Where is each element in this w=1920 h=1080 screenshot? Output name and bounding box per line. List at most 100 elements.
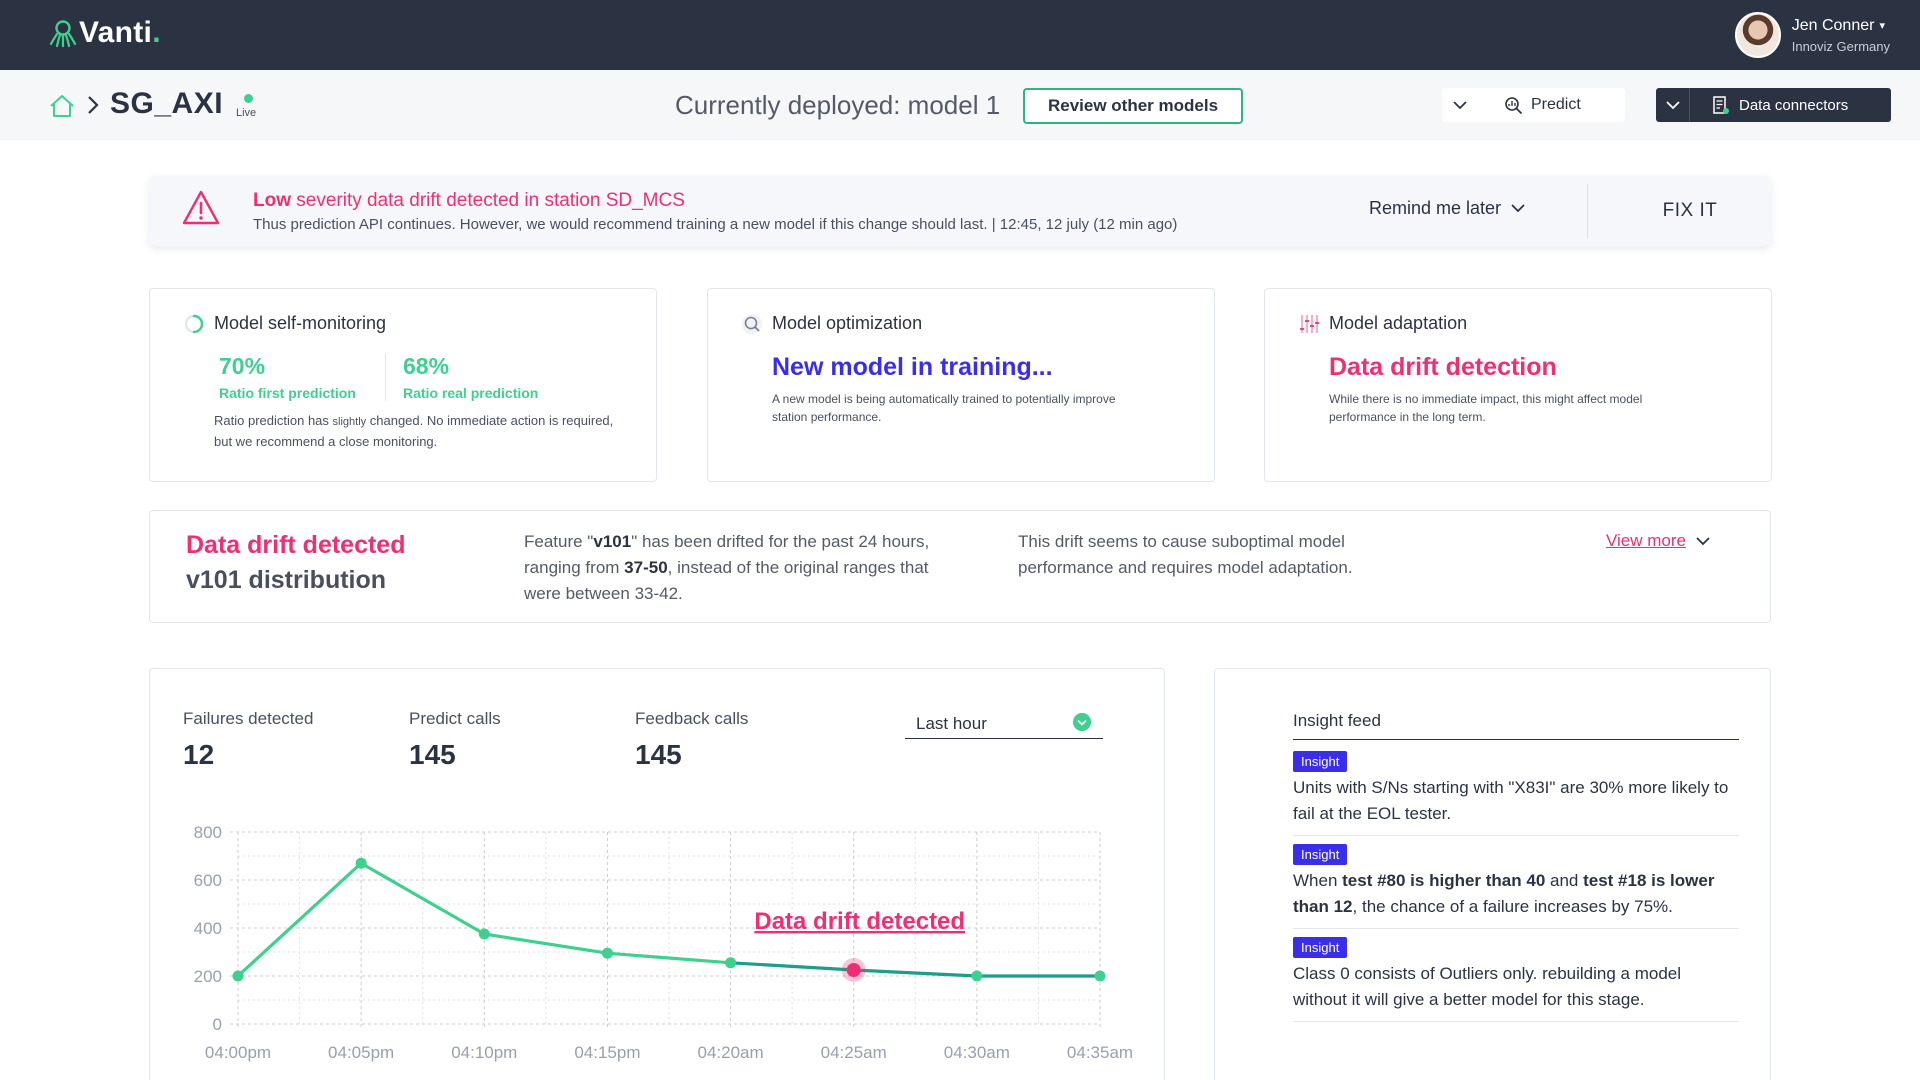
drift-title: Data drift detected <box>186 531 406 559</box>
activity-chart-panel: Failures detected 12 Predict calls 145 F… <box>149 668 1165 1080</box>
predict-label: Predict <box>1531 96 1581 113</box>
x-tick-label: 04:15pm <box>574 1043 640 1062</box>
fix-it-button[interactable]: FIX IT <box>1609 176 1771 246</box>
chevron-down-icon <box>1511 204 1525 213</box>
avatar[interactable] <box>1734 12 1781 58</box>
caret-down-icon[interactable]: ▾ <box>1879 19 1885 32</box>
predict-control: Predict <box>1442 88 1625 122</box>
loading-spinner-icon <box>184 314 204 334</box>
chevron-right-icon <box>88 96 99 114</box>
metric-real-prediction: 68% Ratio real prediction <box>403 353 538 401</box>
data-point <box>478 928 490 940</box>
search-spinner-icon <box>742 314 762 334</box>
y-tick-label: 200 <box>194 967 222 986</box>
alert-title: Low severity data drift detected in stat… <box>253 190 685 212</box>
metric-value: 70% <box>219 353 266 379</box>
user-name: Jen Conner <box>1791 16 1875 34</box>
drift-annotation-label: Data drift detected <box>754 908 965 935</box>
text-part: and <box>1545 871 1584 890</box>
search-chart-icon <box>1505 96 1523 114</box>
series-line-segment <box>852 968 979 978</box>
vanti-logo[interactable]: Vanti. <box>49 16 161 50</box>
user-menu[interactable]: Jen Conner ▾ Innoviz Germany <box>1734 12 1890 58</box>
alert-subtitle: Thus prediction API continues. However, … <box>253 216 1178 233</box>
text-part: When <box>1293 871 1343 890</box>
line-chart: 0 200 400 600 800 04:00pm 04:05pm 04:10pm 04:15p… <box>194 823 1133 1062</box>
drift-description: Feature "v101" has been drifted for the … <box>524 529 954 607</box>
text-part: , the chance of a failure increases by 7… <box>1352 897 1673 916</box>
data-point <box>1094 970 1106 982</box>
y-tick-label: 600 <box>194 871 222 890</box>
insight-item[interactable]: Insight Class 0 consists of Outliers onl… <box>1293 937 1739 1022</box>
insight-item[interactable]: Insight Units with S/Ns starting with "X… <box>1293 751 1739 836</box>
data-connectors-control: Data connectors <box>1656 88 1891 122</box>
x-tick-label: 04:10pm <box>451 1043 517 1062</box>
station-title: SG_AXI <box>110 87 224 120</box>
desc-part-small: slightly <box>332 416 367 428</box>
view-more-link[interactable]: View more <box>1606 531 1710 551</box>
x-tick-label: 04:00pm <box>205 1043 271 1062</box>
y-tick-label: 0 <box>213 1015 222 1034</box>
octopus-logo-icon <box>49 20 77 48</box>
logo-text: Vanti <box>79 16 153 49</box>
x-tick-label: 04:25am <box>821 1043 887 1062</box>
card-title: Model adaptation <box>1329 313 1468 333</box>
data-connectors-button[interactable]: Data connectors <box>1712 95 1849 115</box>
data-connectors-dropdown-toggle[interactable] <box>1656 88 1690 122</box>
top-header: Vanti. Jen Conner ▾ Innoviz Germany <box>0 0 1920 70</box>
insight-text: When test #80 is higher than 40 and test… <box>1293 868 1739 920</box>
logo-dot: . <box>152 16 161 49</box>
predict-dropdown-toggle[interactable] <box>1442 88 1478 122</box>
view-more-label: View more <box>1606 531 1686 550</box>
metric-label: Ratio first prediction <box>219 385 356 401</box>
model-adaptation-card: Model adaptation Data drift detection Wh… <box>1264 288 1772 482</box>
metric-label: Ratio real prediction <box>403 385 539 401</box>
insight-list: Insight Units with S/Ns starting with "X… <box>1293 751 1739 1030</box>
data-connectors-label: Data connectors <box>1739 96 1849 114</box>
metric-value: 68% <box>403 353 450 379</box>
x-tick-label: 04:30am <box>944 1043 1010 1062</box>
card-description: Ratio prediction has slightly changed. N… <box>214 411 614 452</box>
database-icon <box>1713 95 1729 114</box>
desc-part: Ratio prediction has <box>214 413 333 428</box>
chevron-down-icon <box>1453 100 1467 109</box>
y-tick-label: 800 <box>194 823 222 842</box>
card-description: A new model is being automatically train… <box>772 392 1116 424</box>
drift-subtitle: v101 distribution <box>186 566 387 594</box>
insight-feed-panel: Insight feed Insight Units with S/Ns sta… <box>1214 668 1771 1080</box>
data-point <box>601 947 613 959</box>
data-point <box>232 970 244 982</box>
remind-me-later-dropdown[interactable]: Remind me later <box>1369 198 1525 219</box>
live-indicator-dot <box>244 94 253 103</box>
insight-item[interactable]: Insight When test #80 is higher than 40 … <box>1293 844 1739 929</box>
data-point <box>355 857 367 869</box>
card-title: Model self-monitoring <box>214 313 387 333</box>
drift-range: 37-50 <box>624 558 668 577</box>
series-line-segment <box>482 932 610 955</box>
review-other-models-button[interactable]: Review other models <box>1023 88 1243 124</box>
drift-impact: This drift seems to cause suboptimal mod… <box>1018 532 1353 577</box>
card-headline: New model in training... <box>772 353 1053 381</box>
text-part: Feature " <box>524 532 594 551</box>
metric-divider <box>385 353 386 401</box>
insight-text: Units with S/Ns starting with "X83I" are… <box>1293 778 1729 823</box>
series-line-segment <box>605 951 733 965</box>
insight-text: Class 0 consists of Outliers only. rebui… <box>1293 964 1682 1009</box>
station-bar: SG_AXI Live Currently deployed: model 1 … <box>0 70 1920 140</box>
drift-data-point <box>846 963 861 977</box>
model-self-monitoring-card: Model self-monitoring 70% Ratio first pr… <box>149 288 657 482</box>
predict-button[interactable]: Predict <box>1504 96 1581 115</box>
insight-feed-title: Insight feed <box>1293 711 1739 740</box>
home-icon[interactable] <box>49 94 75 118</box>
model-optimization-card: Model optimization New model in training… <box>707 288 1215 482</box>
deployed-model-text: Currently deployed: model 1 <box>675 90 1001 120</box>
insight-badge: Insight <box>1293 937 1348 958</box>
chevron-down-icon <box>1696 536 1710 545</box>
data-point <box>725 957 737 969</box>
x-tick-label: 04:35am <box>1067 1043 1133 1062</box>
user-org: Innoviz Germany <box>1791 38 1890 54</box>
y-tick-label: 400 <box>194 919 222 938</box>
metric-first-prediction: 70% Ratio first prediction <box>219 353 356 401</box>
chevron-down-icon <box>1665 100 1680 109</box>
drift-alert-banner: Low severity data drift detected in stat… <box>149 176 1771 246</box>
